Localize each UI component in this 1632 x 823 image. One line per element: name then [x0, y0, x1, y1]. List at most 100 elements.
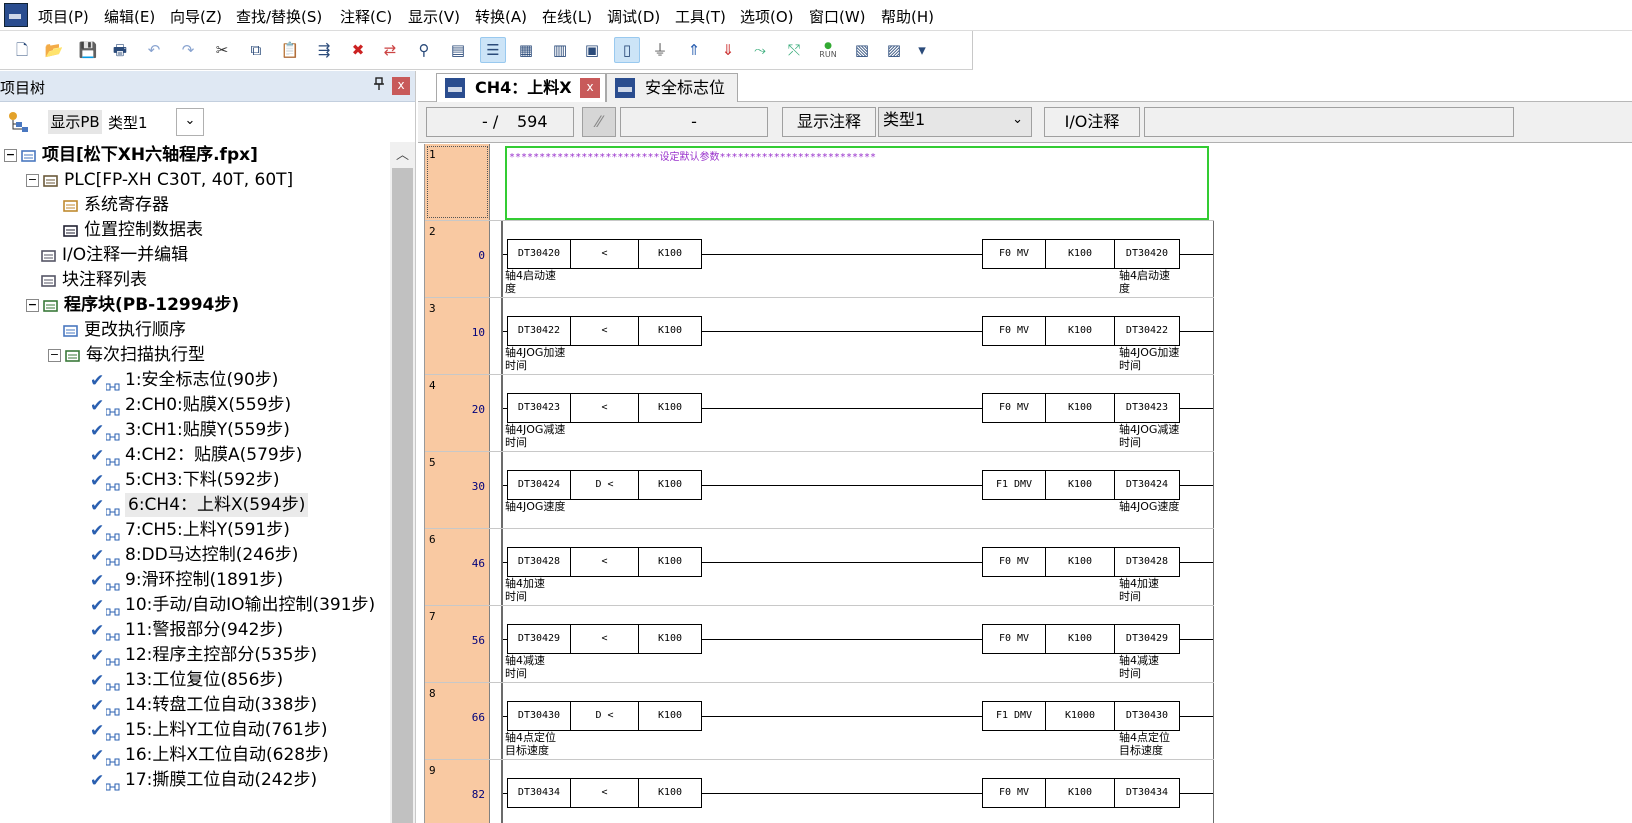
run-icon[interactable]: ● RUN — [816, 38, 840, 62]
compare-operator[interactable]: < — [570, 778, 639, 808]
ladder-row[interactable]: 4 20 DT30423 < K100 F0 MV K100 DT30423 轴4JOG减速 时… — [425, 375, 1215, 452]
instruction-destination[interactable]: DT30422 — [1114, 316, 1180, 346]
compare-operator[interactable]: D < — [570, 701, 639, 731]
menu-item-12[interactable]: 帮助(H) — [881, 6, 934, 27]
tree-node[interactable]: I/O注释一并编辑 — [0, 243, 390, 267]
show-pb-button[interactable]: 显示PB — [48, 110, 102, 134]
compare-operand-right[interactable]: K100 — [638, 316, 702, 346]
tree-node[interactable]: ✔ 4:CH2：贴膜A(579步) — [0, 443, 390, 467]
io-comment-field[interactable] — [1144, 107, 1514, 137]
menu-item-10[interactable]: 选项(O) — [740, 6, 794, 27]
compare-operand-right[interactable]: K100 — [638, 393, 702, 423]
ladder-row-comment[interactable]: 1 *************************设定默认参数********… — [425, 144, 1215, 221]
tab-close-button[interactable]: x — [580, 78, 600, 98]
compare-operand-left[interactable]: DT30420 — [507, 239, 571, 269]
tree-node[interactable]: ✔ 10:手动/自动IO输出控制(391步) — [0, 593, 390, 617]
tree-node[interactable]: ✔ 15:上料Y工位自动(761步) — [0, 718, 390, 742]
tree-node[interactable]: ✔ 17:撕膜工位自动(242步) — [0, 768, 390, 792]
chevron-down-icon[interactable]: ⌄ — [176, 108, 204, 136]
tree-node[interactable]: ✔ 9:滑环控制(1891步) — [0, 568, 390, 592]
tree-node[interactable]: ✔ 11:警报部分(942步) — [0, 618, 390, 642]
convert-icon[interactable]: ⇄ — [378, 38, 402, 62]
step-position-field[interactable]: - / 594 — [426, 107, 574, 137]
panel-close-button[interactable]: x — [392, 77, 410, 95]
instruction-name[interactable]: F0 MV — [982, 316, 1046, 346]
show-comment-button[interactable]: 显示注释 — [782, 107, 876, 137]
instruction-source[interactable]: K100 — [1045, 547, 1115, 577]
open-folder-icon[interactable]: 📂 — [42, 38, 66, 62]
redo-icon[interactable]: ↷ — [176, 38, 200, 62]
menu-item-5[interactable]: 显示(V) — [408, 6, 460, 27]
run-mode-icon[interactable]: ⤳ — [748, 38, 772, 62]
tree-node[interactable]: 更改执行顺序 — [0, 318, 390, 342]
instruction-name[interactable]: F1 DMV — [982, 701, 1046, 731]
undo-icon[interactable]: ↶ — [142, 38, 166, 62]
instruction-destination[interactable]: DT30429 — [1114, 624, 1180, 654]
compare-operand-left[interactable]: DT30429 — [507, 624, 571, 654]
comment-view-icon[interactable]: ☰ — [480, 37, 506, 63]
compare-operand-left[interactable]: DT30430 — [507, 701, 571, 731]
tree-node[interactable]: ✔ 5:CH3:下料(592步) — [0, 468, 390, 492]
paste-icon[interactable]: 📋 — [278, 38, 302, 62]
compare-operand-right[interactable]: K100 — [638, 701, 702, 731]
compare-operand-left[interactable]: DT30423 — [507, 393, 571, 423]
collapse-icon[interactable]: − — [26, 174, 39, 187]
instruction-name[interactable]: F0 MV — [982, 778, 1046, 808]
pin-icon[interactable] — [373, 77, 385, 95]
instruction-name[interactable]: F0 MV — [982, 393, 1046, 423]
menu-item-6[interactable]: 转换(A) — [475, 6, 527, 27]
instruction-source[interactable]: K100 — [1045, 470, 1115, 500]
ladder-diagram[interactable]: 1 *************************设定默认参数********… — [424, 144, 1215, 823]
plc-icon[interactable]: ▯ — [614, 37, 640, 63]
tree-node[interactable]: ✔ 7:CH5:上料Y(591步) — [0, 518, 390, 542]
ladder-row[interactable]: 8 66 DT30430 D < K100 F1 DMV K1000 DT30430 轴4点定位… — [425, 683, 1215, 760]
instruction-destination[interactable]: DT30423 — [1114, 393, 1180, 423]
cut-icon[interactable]: ✂ — [210, 38, 234, 62]
tree-node[interactable]: ✔ 14:转盘工位自动(338步) — [0, 693, 390, 717]
instruction-destination[interactable]: DT30430 — [1114, 701, 1180, 731]
io-comment-button[interactable]: I/O注释 — [1044, 107, 1140, 137]
menu-item-2[interactable]: 向导(Z) — [170, 6, 222, 27]
compare-operator[interactable]: < — [570, 316, 639, 346]
tree-node[interactable]: − 项目[松下XH六轴程序.fpx] — [0, 143, 390, 167]
ladder-row[interactable]: 6 46 DT30428 < K100 F0 MV K100 DT30428 轴4加速 时间 轴4… — [425, 529, 1215, 606]
ladder-row[interactable]: 7 56 DT30429 < K100 F0 MV K100 DT30429 轴4减速 时间 轴4… — [425, 606, 1215, 683]
insert-row-icon[interactable]: ⇶ — [312, 38, 336, 62]
tree-type-select-value[interactable]: 类型1 — [108, 112, 148, 133]
ladder-row[interactable]: 3 10 DT30422 < K100 F0 MV K100 DT30422 轴4JOG加速 时… — [425, 298, 1215, 375]
scrollbar-thumb[interactable] — [392, 168, 413, 823]
comment-type-select[interactable]: 类型1 ⌄ — [878, 107, 1032, 137]
instruction-destination[interactable]: DT30434 — [1114, 778, 1180, 808]
save-icon[interactable]: 💾 — [76, 38, 100, 62]
tree-node[interactable]: − 每次扫描执行型 — [0, 343, 390, 367]
prog-mode-icon[interactable]: ⤲ — [782, 38, 806, 62]
tree-node[interactable]: ✔ 12:程序主控部分(535步) — [0, 643, 390, 667]
more-icon[interactable]: ▾ — [910, 38, 934, 62]
copy-icon[interactable]: ⧉ — [244, 38, 268, 62]
instruction-source[interactable]: K100 — [1045, 316, 1115, 346]
compare-operand-left[interactable]: DT30434 — [507, 778, 571, 808]
instruction-source[interactable]: K1000 — [1045, 701, 1115, 731]
instruction-destination[interactable]: DT30420 — [1114, 239, 1180, 269]
instruction-source[interactable]: K100 — [1045, 778, 1115, 808]
compare-operator[interactable]: < — [570, 239, 639, 269]
monitor-list-icon[interactable]: ▤ — [446, 38, 470, 62]
step-input[interactable]: - — [620, 107, 768, 137]
download-icon[interactable]: ⇓ — [716, 38, 740, 62]
tree-node[interactable]: ✔ 3:CH1:贴膜Y(559步) — [0, 418, 390, 442]
tree-layout-icon[interactable] — [6, 110, 30, 134]
tree-node[interactable]: ✔ 8:DD马达控制(246步) — [0, 543, 390, 567]
ladder-row[interactable]: 5 30 DT30424 D < K100 F1 DMV K100 DT30424 轴4JOG速… — [425, 452, 1215, 529]
menu-item-3[interactable]: 查找/替换(S) — [236, 6, 322, 27]
block-view-icon[interactable]: ▣ — [580, 38, 604, 62]
collapse-icon[interactable]: − — [26, 299, 39, 312]
new-file-icon[interactable]: 🗋 — [10, 38, 34, 62]
compare-operator[interactable]: D < — [570, 470, 639, 500]
tree-node[interactable]: − PLC[FP-XH C30T, 40T, 60T] — [0, 168, 390, 192]
compare-operand-left[interactable]: DT30428 — [507, 547, 571, 577]
tree-node[interactable]: 位置控制数据表 — [0, 218, 390, 242]
compare-operand-left[interactable]: DT30424 — [507, 470, 571, 500]
tree-node[interactable]: ✔ 13:工位复位(856步) — [0, 668, 390, 692]
find-icon[interactable]: ⚲ — [412, 38, 436, 62]
scroll-up-icon[interactable]: ︿ — [390, 144, 415, 164]
